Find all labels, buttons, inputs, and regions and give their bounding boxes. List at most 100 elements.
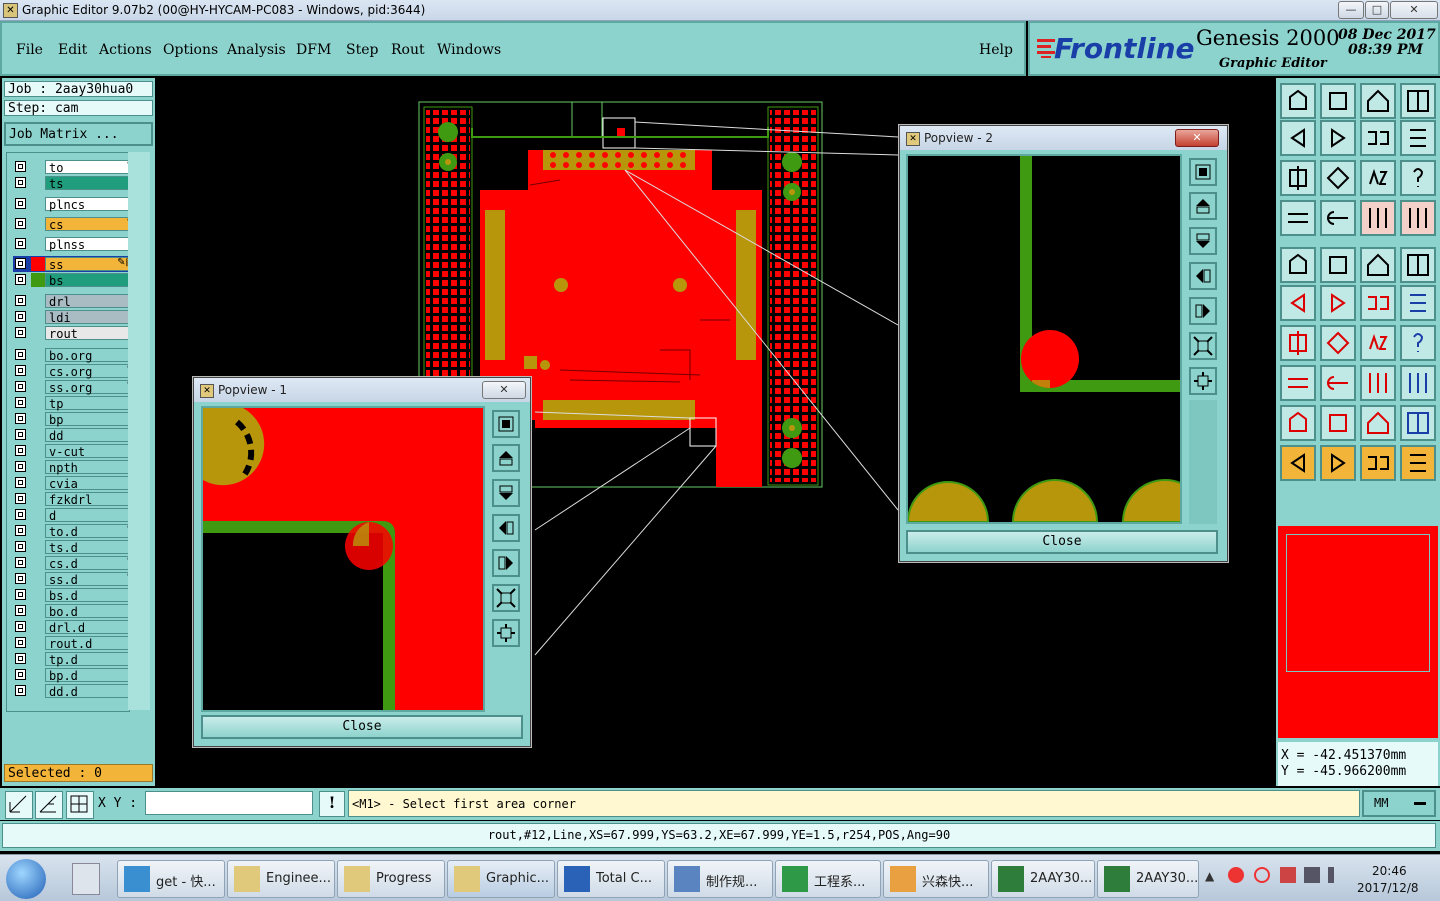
step-icon[interactable]	[1400, 120, 1436, 156]
layer-name[interactable]: rout	[45, 326, 129, 341]
pad-icon[interactable]	[1400, 247, 1436, 283]
zoom-out-icon[interactable]	[492, 584, 520, 612]
layer-checkbox[interactable]	[15, 493, 26, 504]
fit-icon[interactable]	[1280, 160, 1316, 196]
layer-name[interactable]: rout.d	[45, 636, 129, 651]
layer-row-ldi[interactable]: ldi	[13, 309, 131, 325]
next-icon[interactable]	[1320, 120, 1356, 156]
layer-row-bo.org[interactable]: bo.org	[13, 347, 131, 363]
pan-left-icon[interactable]	[1189, 262, 1217, 290]
menu-windows[interactable]: Windows	[437, 42, 501, 58]
layer-checkbox[interactable]	[15, 605, 26, 616]
layer-name[interactable]: bo.org	[45, 348, 129, 363]
layer-checkbox[interactable]	[15, 573, 26, 584]
layer-list-scrollbar[interactable]	[128, 152, 150, 710]
prev-icon[interactable]	[1280, 120, 1316, 156]
layer-checkbox[interactable]	[15, 274, 26, 285]
layer-tool-2-icon[interactable]	[1400, 200, 1436, 236]
layer-checkbox[interactable]	[15, 349, 26, 360]
layer-row-plnss[interactable]: plnss	[13, 236, 131, 252]
pan-up-icon[interactable]	[492, 444, 520, 472]
layer-checkbox[interactable]	[15, 445, 26, 456]
calculator-icon[interactable]	[72, 863, 100, 895]
layer-name[interactable]: cvia	[45, 476, 129, 491]
mirror-icon[interactable]	[1360, 120, 1396, 156]
popview-2-view[interactable]	[906, 154, 1182, 524]
pan-down-icon[interactable]	[492, 479, 520, 507]
grid-icon[interactable]	[66, 791, 94, 819]
layer-name[interactable]: tp	[45, 396, 129, 411]
start-icon[interactable]	[6, 859, 46, 899]
layer-checkbox[interactable]	[15, 669, 26, 680]
layer-name[interactable]: d	[45, 508, 129, 523]
snap-icon[interactable]	[5, 791, 33, 819]
layer-row-npth[interactable]: npth	[13, 459, 131, 475]
layer-checkbox[interactable]	[15, 327, 26, 338]
shape-icon[interactable]	[1400, 365, 1436, 401]
layer-row-tp[interactable]: tp	[13, 395, 131, 411]
menu-analysis[interactable]: Analysis	[227, 42, 286, 58]
pan-right-icon[interactable]	[492, 549, 520, 577]
layer-row-d[interactable]: d	[13, 507, 131, 523]
layer-name[interactable]: cs	[45, 217, 129, 232]
layer-checkbox[interactable]	[15, 637, 26, 648]
layer-row-fzkdrl[interactable]: fzkdrl	[13, 491, 131, 507]
layer-checkbox[interactable]	[15, 589, 26, 600]
center-icon[interactable]	[1320, 160, 1356, 196]
layer-checkbox[interactable]	[15, 541, 26, 552]
layer-checkbox[interactable]	[15, 557, 26, 568]
layer-name[interactable]: plnss	[45, 237, 129, 252]
measure-icon[interactable]	[35, 791, 63, 819]
layer-name[interactable]: bs.d	[45, 588, 129, 603]
popview-1-titlebar[interactable]: ✕ Popview - 1 ✕	[194, 378, 530, 402]
menu-options[interactable]: Options	[163, 42, 218, 58]
layer-name[interactable]: cs.d	[45, 556, 129, 571]
popview-2-close-x[interactable]: ✕	[1175, 129, 1219, 147]
menu-file[interactable]: File	[16, 42, 43, 58]
layer-name[interactable]: dd.d	[45, 684, 129, 699]
layer-name[interactable]: ss.d	[45, 572, 129, 587]
minimize-button[interactable]: —	[1338, 1, 1364, 19]
layer-row-to.d[interactable]: to.d✎	[13, 523, 135, 539]
menu-help[interactable]: Help	[979, 42, 1013, 58]
taskbar-item[interactable]: get - 快...	[117, 860, 225, 898]
layer-checkbox[interactable]	[15, 198, 26, 209]
layer-row-cvia[interactable]: cvia	[13, 475, 131, 491]
layer-name[interactable]: drl.d	[45, 620, 129, 635]
layer-checkbox[interactable]	[15, 311, 26, 322]
popview-1-window[interactable]: ✕ Popview - 1 ✕ Close	[193, 377, 531, 747]
layer-checkbox[interactable]	[15, 413, 26, 424]
layer-checkbox[interactable]	[15, 238, 26, 249]
layer-name[interactable]: to	[45, 160, 129, 175]
layer-checkbox[interactable]	[15, 429, 26, 440]
tray-g-icon[interactable]	[1254, 867, 1270, 883]
layer-row-ss.org[interactable]: ss.org✎	[13, 379, 135, 395]
layer-name[interactable]: ss.org	[45, 380, 129, 395]
triangle-icon[interactable]	[1280, 405, 1316, 441]
save-icon[interactable]	[1320, 83, 1356, 119]
taskbar-item[interactable]: Progress	[337, 860, 445, 898]
layer-row-bp.d[interactable]: bp.d	[13, 667, 131, 683]
layer-checkbox[interactable]	[15, 218, 26, 229]
pan-right-icon[interactable]	[1189, 297, 1217, 325]
help-icon[interactable]	[1400, 160, 1436, 196]
layer-row-ss.d[interactable]: ss.d✎	[13, 571, 135, 587]
zoom-home-icon[interactable]	[1189, 158, 1217, 186]
layer-row-drl.d[interactable]: drl.d	[13, 619, 131, 635]
menu-actions[interactable]: Actions	[99, 42, 152, 58]
layer-name[interactable]: ts.d	[45, 540, 129, 555]
layer-name[interactable]: ts	[45, 176, 129, 191]
overview-map[interactable]	[1278, 526, 1438, 738]
layer-name[interactable]: drl	[45, 294, 129, 309]
zoom-in-icon[interactable]	[1189, 367, 1217, 395]
cross-icon[interactable]	[1320, 285, 1356, 321]
taskbar-item[interactable]: 工程系...	[775, 860, 881, 898]
scale-icon[interactable]	[1360, 160, 1396, 196]
layer-checkbox[interactable]	[15, 365, 26, 376]
job-matrix-button[interactable]: Job Matrix ...	[4, 122, 153, 146]
popview-2-window[interactable]: ✕ Popview - 2 ✕ Close	[899, 125, 1228, 562]
menu-edit[interactable]: Edit	[58, 42, 87, 58]
taskbar-item[interactable]: 制作规...	[667, 860, 773, 898]
layer-name[interactable]: bp.d	[45, 668, 129, 683]
net-icon[interactable]	[1280, 285, 1316, 321]
